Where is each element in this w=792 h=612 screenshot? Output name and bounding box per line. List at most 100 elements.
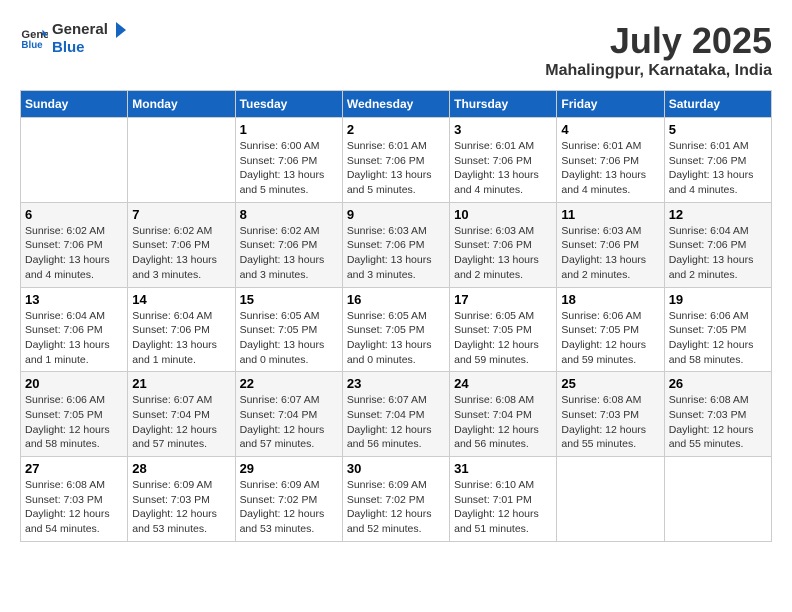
day-info: Sunrise: 6:01 AM Sunset: 7:06 PM Dayligh… (347, 139, 445, 198)
day-number: 25 (561, 376, 659, 391)
calendar-cell: 7 Sunrise: 6:02 AM Sunset: 7:06 PM Daylig… (128, 202, 235, 287)
calendar-cell: 1 Sunrise: 6:00 AM Sunset: 7:06 PM Daylig… (235, 118, 342, 203)
calendar-cell: 22 Sunrise: 6:07 AM Sunset: 7:04 PM Dayli… (235, 372, 342, 457)
calendar-week-row-3: 13 Sunrise: 6:04 AM Sunset: 7:06 PM Dayli… (21, 287, 772, 372)
logo-blue-text: Blue (52, 40, 128, 57)
col-friday: Friday (557, 91, 664, 118)
day-number: 11 (561, 207, 659, 222)
calendar-header-row: Sunday Monday Tuesday Wednesday Thursday… (21, 91, 772, 118)
day-number: 26 (669, 376, 767, 391)
day-info: Sunrise: 6:07 AM Sunset: 7:04 PM Dayligh… (347, 393, 445, 452)
day-info: Sunrise: 6:06 AM Sunset: 7:05 PM Dayligh… (669, 309, 767, 368)
calendar-cell: 2Sunrise: 6:01 AM Sunset: 7:06 PM Daylig… (342, 118, 449, 203)
day-number: 23 (347, 376, 445, 391)
day-number: 21 (132, 376, 230, 391)
col-saturday: Saturday (664, 91, 771, 118)
calendar-week-row-1: 1 Sunrise: 6:00 AM Sunset: 7:06 PM Daylig… (21, 118, 772, 203)
day-number: 28 (132, 461, 230, 476)
calendar-cell: 3 Sunrise: 6:01 AM Sunset: 7:06 PM Daylig… (450, 118, 557, 203)
day-info: Sunrise: 6:00 AM Sunset: 7:06 PM Dayligh… (240, 139, 338, 198)
day-number: 14 (132, 292, 230, 307)
day-info: Sunrise: 6:03 AM Sunset: 7:06 PM Dayligh… (454, 224, 552, 283)
day-number: 7 (132, 207, 230, 222)
day-number: 10 (454, 207, 552, 222)
calendar-cell: 17Sunrise: 6:05 AM Sunset: 7:05 PM Dayli… (450, 287, 557, 372)
location-subtitle: Mahalingpur, Karnataka, India (545, 62, 772, 80)
calendar-cell: 15Sunrise: 6:05 AM Sunset: 7:05 PM Dayli… (235, 287, 342, 372)
calendar-cell: 11 Sunrise: 6:03 AM Sunset: 7:06 PM Dayli… (557, 202, 664, 287)
day-info: Sunrise: 6:09 AM Sunset: 7:02 PM Dayligh… (240, 478, 338, 537)
calendar-cell: 4 Sunrise: 6:01 AM Sunset: 7:06 PM Daylig… (557, 118, 664, 203)
day-number: 8 (240, 207, 338, 222)
calendar-week-row-5: 27 Sunrise: 6:08 AM Sunset: 7:03 PM Dayli… (21, 457, 772, 542)
day-number: 17 (454, 292, 552, 307)
calendar-cell: 13 Sunrise: 6:04 AM Sunset: 7:06 PM Dayli… (21, 287, 128, 372)
day-info: Sunrise: 6:02 AM Sunset: 7:06 PM Dayligh… (240, 224, 338, 283)
logo-arrow-icon (108, 20, 128, 40)
calendar-cell: 19 Sunrise: 6:06 AM Sunset: 7:05 PM Dayli… (664, 287, 771, 372)
calendar-cell: 9Sunrise: 6:03 AM Sunset: 7:06 PM Daylig… (342, 202, 449, 287)
day-info: Sunrise: 6:08 AM Sunset: 7:03 PM Dayligh… (25, 478, 123, 537)
page-header: General Blue General Blue July 2025 Maha… (20, 20, 772, 80)
day-number: 4 (561, 122, 659, 137)
day-info: Sunrise: 6:04 AM Sunset: 7:06 PM Dayligh… (25, 309, 123, 368)
calendar-cell: 27 Sunrise: 6:08 AM Sunset: 7:03 PM Dayli… (21, 457, 128, 542)
day-number: 27 (25, 461, 123, 476)
calendar-cell: 28 Sunrise: 6:09 AM Sunset: 7:03 PM Dayli… (128, 457, 235, 542)
day-info: Sunrise: 6:05 AM Sunset: 7:05 PM Dayligh… (240, 309, 338, 368)
day-number: 13 (25, 292, 123, 307)
calendar-cell (128, 118, 235, 203)
day-info: Sunrise: 6:01 AM Sunset: 7:06 PM Dayligh… (454, 139, 552, 198)
calendar-cell: 23 Sunrise: 6:07 AM Sunset: 7:04 PM Dayli… (342, 372, 449, 457)
logo: General Blue General Blue (20, 20, 128, 57)
svg-text:Blue: Blue (21, 40, 43, 51)
calendar-cell (557, 457, 664, 542)
day-info: Sunrise: 6:06 AM Sunset: 7:05 PM Dayligh… (561, 309, 659, 368)
calendar-cell (664, 457, 771, 542)
calendar-cell: 8 Sunrise: 6:02 AM Sunset: 7:06 PM Daylig… (235, 202, 342, 287)
day-info: Sunrise: 6:08 AM Sunset: 7:04 PM Dayligh… (454, 393, 552, 452)
day-number: 20 (25, 376, 123, 391)
calendar-week-row-4: 20Sunrise: 6:06 AM Sunset: 7:05 PM Dayli… (21, 372, 772, 457)
day-info: Sunrise: 6:02 AM Sunset: 7:06 PM Dayligh… (132, 224, 230, 283)
col-sunday: Sunday (21, 91, 128, 118)
day-number: 3 (454, 122, 552, 137)
calendar-cell: 6 Sunrise: 6:02 AM Sunset: 7:06 PM Daylig… (21, 202, 128, 287)
day-info: Sunrise: 6:04 AM Sunset: 7:06 PM Dayligh… (132, 309, 230, 368)
day-info: Sunrise: 6:09 AM Sunset: 7:02 PM Dayligh… (347, 478, 445, 537)
day-number: 22 (240, 376, 338, 391)
col-wednesday: Wednesday (342, 91, 449, 118)
calendar-cell: 5 Sunrise: 6:01 AM Sunset: 7:06 PM Daylig… (664, 118, 771, 203)
day-info: Sunrise: 6:07 AM Sunset: 7:04 PM Dayligh… (240, 393, 338, 452)
day-info: Sunrise: 6:09 AM Sunset: 7:03 PM Dayligh… (132, 478, 230, 537)
calendar-cell: 29 Sunrise: 6:09 AM Sunset: 7:02 PM Dayli… (235, 457, 342, 542)
day-number: 6 (25, 207, 123, 222)
day-info: Sunrise: 6:08 AM Sunset: 7:03 PM Dayligh… (669, 393, 767, 452)
month-year-title: July 2025 (545, 20, 772, 62)
day-number: 1 (240, 122, 338, 137)
day-number: 9 (347, 207, 445, 222)
day-number: 16 (347, 292, 445, 307)
calendar-cell: 24 Sunrise: 6:08 AM Sunset: 7:04 PM Dayli… (450, 372, 557, 457)
calendar-cell: 21 Sunrise: 6:07 AM Sunset: 7:04 PM Dayli… (128, 372, 235, 457)
day-number: 19 (669, 292, 767, 307)
day-number: 18 (561, 292, 659, 307)
day-number: 24 (454, 376, 552, 391)
day-info: Sunrise: 6:07 AM Sunset: 7:04 PM Dayligh… (132, 393, 230, 452)
col-thursday: Thursday (450, 91, 557, 118)
day-number: 5 (669, 122, 767, 137)
calendar-cell (21, 118, 128, 203)
day-info: Sunrise: 6:01 AM Sunset: 7:06 PM Dayligh… (561, 139, 659, 198)
calendar-cell: 20Sunrise: 6:06 AM Sunset: 7:05 PM Dayli… (21, 372, 128, 457)
logo-icon: General Blue (20, 24, 48, 52)
day-info: Sunrise: 6:04 AM Sunset: 7:06 PM Dayligh… (669, 224, 767, 283)
day-info: Sunrise: 6:01 AM Sunset: 7:06 PM Dayligh… (669, 139, 767, 198)
day-info: Sunrise: 6:03 AM Sunset: 7:06 PM Dayligh… (561, 224, 659, 283)
calendar-cell: 26 Sunrise: 6:08 AM Sunset: 7:03 PM Dayli… (664, 372, 771, 457)
day-info: Sunrise: 6:02 AM Sunset: 7:06 PM Dayligh… (25, 224, 123, 283)
calendar-week-row-2: 6 Sunrise: 6:02 AM Sunset: 7:06 PM Daylig… (21, 202, 772, 287)
day-number: 29 (240, 461, 338, 476)
day-info: Sunrise: 6:05 AM Sunset: 7:05 PM Dayligh… (347, 309, 445, 368)
day-number: 12 (669, 207, 767, 222)
calendar-cell: 25Sunrise: 6:08 AM Sunset: 7:03 PM Dayli… (557, 372, 664, 457)
